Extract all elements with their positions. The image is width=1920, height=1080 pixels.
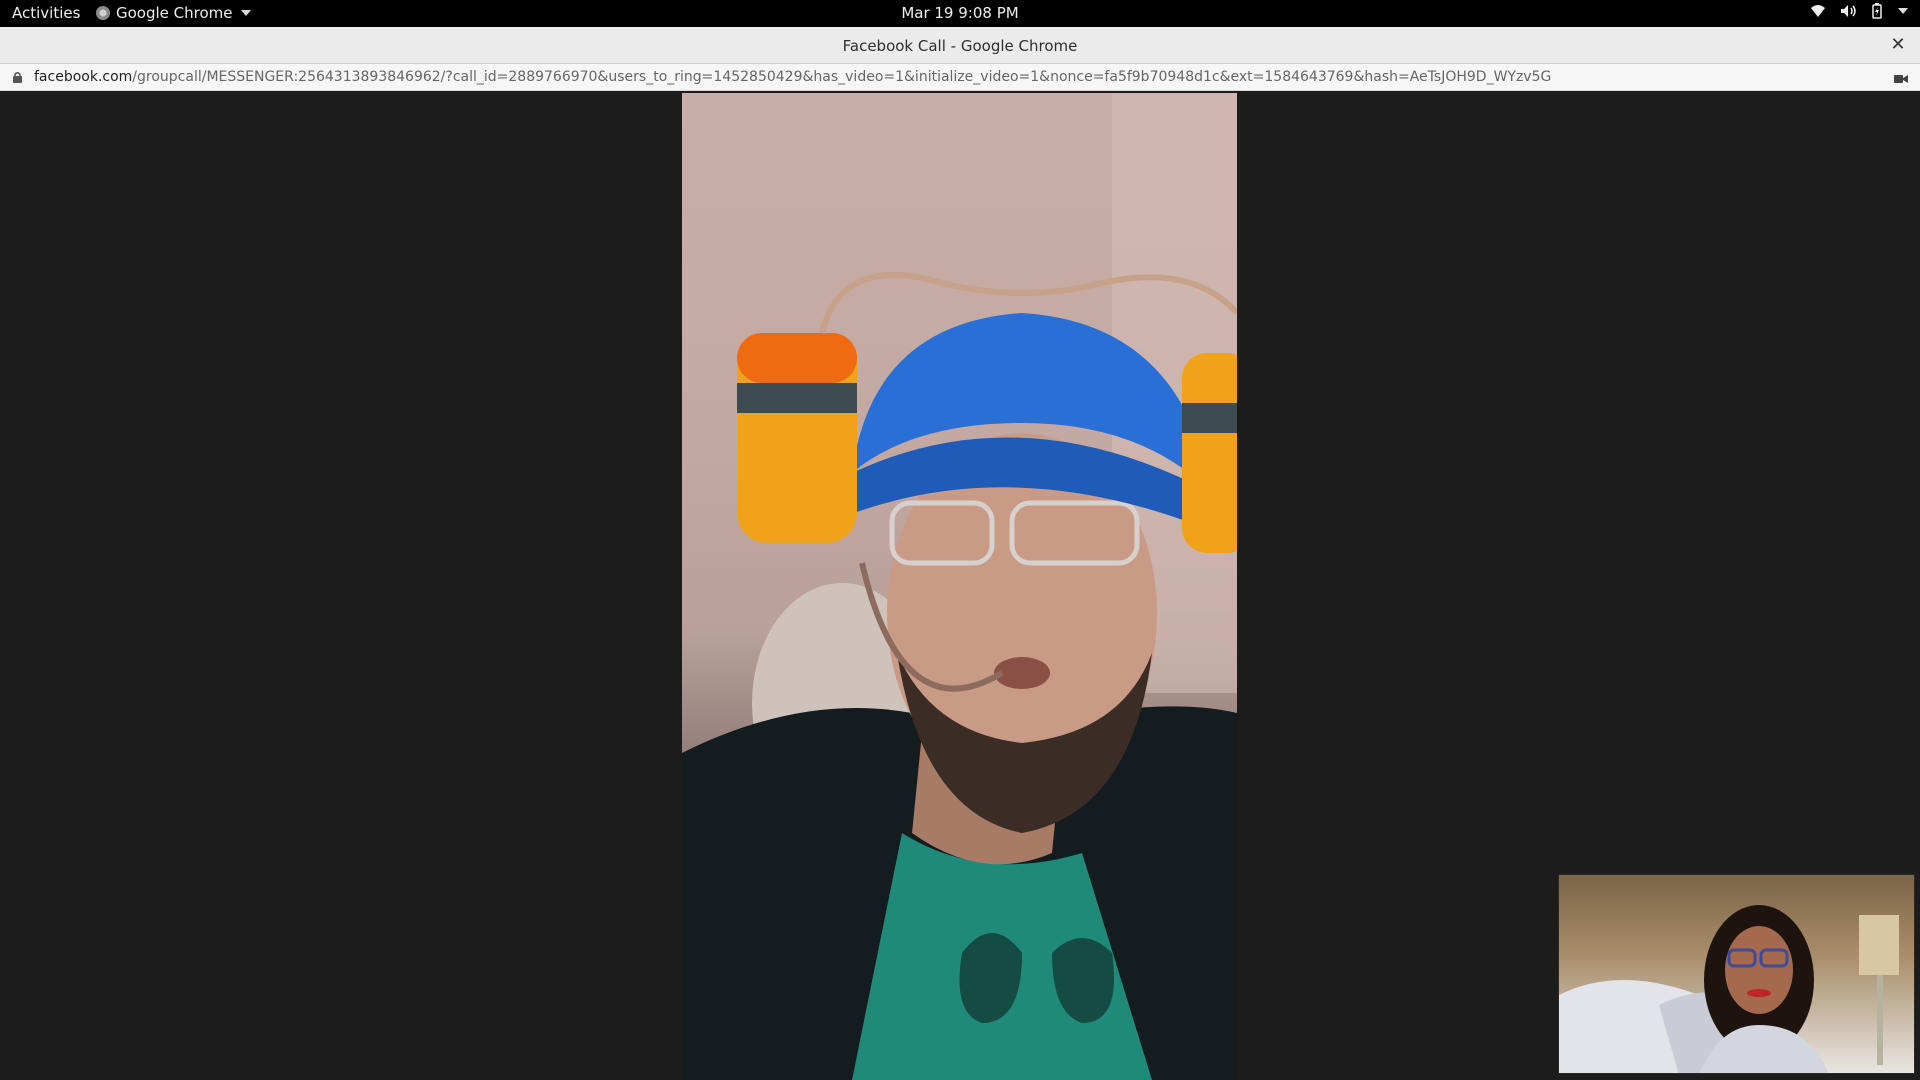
app-menu[interactable]: Google Chrome [96, 4, 251, 22]
gnome-top-bar: Activities Google Chrome Mar 19 9:08 PM [0, 0, 1920, 27]
battery-icon [1872, 3, 1882, 19]
camera-icon[interactable] [1894, 72, 1908, 88]
self-view-video[interactable] [1558, 874, 1915, 1074]
system-menu-caret-icon [1898, 8, 1908, 14]
lock-icon [12, 71, 23, 83]
url-path: /groupcall/MESSENGER:2564313893846962/?c… [132, 69, 1552, 85]
wifi-icon [1810, 4, 1826, 18]
volume-icon [1840, 4, 1858, 18]
close-icon[interactable]: ✕ [1888, 35, 1908, 55]
app-menu-label: Google Chrome [116, 4, 233, 22]
remote-participant-video[interactable] [682, 93, 1237, 1080]
system-tray[interactable] [1810, 3, 1908, 19]
call-stage [0, 91, 1920, 1080]
chevron-down-icon [240, 10, 251, 16]
window-title-bar: Facebook Call - Google Chrome ✕ [0, 27, 1920, 64]
activities-button[interactable]: Activities [12, 4, 80, 22]
chrome-icon [96, 6, 110, 20]
window-title: Facebook Call - Google Chrome [842, 37, 1078, 55]
url-text[interactable]: facebook.com/groupcall/MESSENGER:2564313… [34, 69, 1551, 85]
address-bar[interactable]: facebook.com/groupcall/MESSENGER:2564313… [0, 64, 1920, 91]
url-host: facebook.com [34, 69, 133, 85]
clock[interactable]: Mar 19 9:08 PM [901, 4, 1018, 22]
